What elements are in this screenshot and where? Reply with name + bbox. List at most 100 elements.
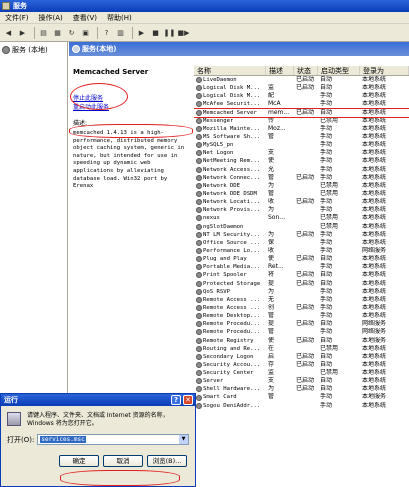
column-logon-as[interactable]: 登录为 xyxy=(360,66,409,75)
service-row[interactable]: Network Access... 允 手动 本地系统 xyxy=(194,166,409,174)
service-row[interactable]: Print Spooler 将 已启动 自动 本地系统 xyxy=(194,271,409,279)
service-row[interactable]: LiveDaemon 已启动 自动 本地系统 xyxy=(194,76,409,84)
service-name-text: Logical Disk M... xyxy=(203,85,261,92)
service-name-text: Office Source ... xyxy=(203,239,261,246)
window-title: 服务 xyxy=(13,2,27,10)
service-row[interactable]: Security Center 监 已禁用 本地系统 xyxy=(194,369,409,377)
service-row[interactable]: Remote Desktop... 管 手动 本地系统 xyxy=(194,312,409,320)
service-row[interactable]: Logical Disk M... 监 已启动 自动 本地系统 xyxy=(194,84,409,92)
service-row[interactable]: Portable Media... Ret... 手动 本地系统 xyxy=(194,263,409,271)
service-row[interactable]: nexus Son... 已禁用 本地系统 xyxy=(194,214,409,222)
service-name-cell: QoS RSVP xyxy=(194,288,266,296)
service-startup-cell: 自动 xyxy=(320,320,333,328)
service-row[interactable]: ngSlotDaemon 已禁用 本地系统 xyxy=(194,223,409,231)
service-row[interactable]: Sogou DeniAddr... 手动 本地系统 xyxy=(194,402,409,410)
refresh-icon[interactable]: ↻ xyxy=(66,27,77,38)
run-dialog-titlebar[interactable]: 运行 ? ✕ xyxy=(1,394,195,406)
menu-file[interactable]: 文件(F) xyxy=(0,13,34,23)
service-name-text: Server xyxy=(203,378,224,385)
service-desc-cell: 使 xyxy=(268,336,275,344)
window-titlebar[interactable]: 服务 xyxy=(0,0,409,12)
help-icon[interactable]: ? xyxy=(171,395,181,405)
gear-icon xyxy=(196,191,202,198)
service-row[interactable]: MS Software Sh... 管 手动 本地系统 xyxy=(194,133,409,141)
service-startup-cell: 自动 xyxy=(320,84,333,92)
service-status-cell xyxy=(294,369,318,377)
service-row[interactable]: Server 支 已启动 自动 本地系统 xyxy=(194,377,409,385)
console-tree-icon[interactable]: ▤ xyxy=(38,27,49,38)
service-row[interactable]: Shell Hardware... 为 已启动 自动 本地系统 xyxy=(194,385,409,393)
properties-icon[interactable]: ▥ xyxy=(115,27,126,38)
service-row[interactable]: Network DDE 为 已禁用 本地系统 xyxy=(194,182,409,190)
service-row[interactable]: Protected Storage 提 已启动 自动 本地系统 xyxy=(194,280,409,288)
service-row[interactable]: Network Provis... 为 手动 本地系统 xyxy=(194,206,409,214)
chevron-down-icon[interactable]: ▼ xyxy=(179,435,188,444)
service-row[interactable]: Logical Disk M... 配 手动 本地系统 xyxy=(194,92,409,100)
run-dialog-message-row: 请键入程序、文件夹、文档或 Internet 资源的名称，Windows 将为您… xyxy=(7,412,189,428)
service-status-cell xyxy=(294,92,318,100)
service-row[interactable]: Plug and Play 使 已启动 自动 本地系统 xyxy=(194,255,409,263)
service-row[interactable]: Mozilla Mainte... Moz... 手动 本地系统 xyxy=(194,125,409,133)
service-logon-cell: 本地系统 xyxy=(362,385,387,393)
service-startup-cell: 已禁用 xyxy=(320,222,339,230)
menu-action[interactable]: 操作(A) xyxy=(34,13,68,23)
service-row[interactable]: MySQL5_pn 手动 本地系统 xyxy=(194,141,409,149)
cancel-button[interactable]: 取消 xyxy=(103,455,143,467)
service-name-text: Remote Procedu... xyxy=(203,321,261,328)
service-logon-cell: 本地系统 xyxy=(362,369,387,377)
service-row[interactable]: Routing and Re... 在 已禁用 本地系统 xyxy=(194,345,409,353)
service-row[interactable]: Remote Procedu... 提 已启动 自动 网络服务 xyxy=(194,320,409,328)
menu-help[interactable]: 帮助(H) xyxy=(102,13,137,23)
ok-button[interactable]: 确定 xyxy=(59,455,99,467)
service-name-text: Portable Media... xyxy=(203,264,261,271)
service-startup-cell: 手动 xyxy=(320,238,333,246)
service-row[interactable]: Messenger 传 已禁用 本地系统 xyxy=(194,117,409,125)
service-desc-cell: 管 xyxy=(268,189,275,197)
service-desc-cell: 管 xyxy=(268,173,275,181)
column-startup-type[interactable]: 启动类型 xyxy=(318,66,360,75)
service-desc-cell xyxy=(266,402,294,410)
service-row[interactable]: Secondary Logon 启 已启动 自动 本地系统 xyxy=(194,353,409,361)
service-row[interactable]: McAfee Securit... McA 手动 本地系统 xyxy=(194,100,409,108)
service-row[interactable]: Network DDE DSDM 管 已禁用 本地系统 xyxy=(194,190,409,198)
menu-view[interactable]: 查看(V) xyxy=(68,13,102,23)
service-row-selected[interactable]: Memcached Server mem... 已启动 自动 本地系统 xyxy=(194,107,409,118)
start-service-icon[interactable]: ▶ xyxy=(136,27,147,38)
service-row[interactable]: Remote Access ... 创 已启动 手动 本地系统 xyxy=(194,304,409,312)
forward-icon[interactable]: ▶ xyxy=(17,27,28,38)
service-row[interactable]: QoS RSVP 为 手动 本地系统 xyxy=(194,288,409,296)
back-icon[interactable]: ◀ xyxy=(3,27,14,38)
column-name[interactable]: 名称 xyxy=(194,66,266,75)
service-row[interactable]: Remote Access ... 无 手动 本地系统 xyxy=(194,296,409,304)
service-row[interactable]: Network Locati... 收 已启动 手动 本地系统 xyxy=(194,198,409,206)
service-row[interactable]: Security Accou... 存 已启动 自动 本地系统 xyxy=(194,361,409,369)
service-name-cell: Office Source ... xyxy=(194,239,266,247)
service-status-cell: 已启动 xyxy=(296,320,315,328)
service-row[interactable]: Network Connec... 管 已启动 手动 本地系统 xyxy=(194,174,409,182)
service-startup-cell: 手动 xyxy=(320,287,333,295)
close-icon[interactable]: ✕ xyxy=(183,395,193,405)
service-row[interactable]: Remote Procedu... 管 手动 网络服务 xyxy=(194,328,409,336)
tree-item-services-local[interactable]: 服务 (本地) xyxy=(0,42,67,58)
pause-service-icon[interactable]: ❚❚ xyxy=(164,27,176,38)
restart-service-icon[interactable]: ■▶ xyxy=(178,27,190,38)
gear-icon xyxy=(196,321,202,328)
service-row[interactable]: NT LM Security... 为 已启动 手动 本地系统 xyxy=(194,231,409,239)
help-icon[interactable]: ? xyxy=(101,27,112,38)
open-input[interactable]: services.msc ▼ xyxy=(37,434,189,445)
service-row[interactable]: Office Source ... 保 手动 本地系统 xyxy=(194,239,409,247)
service-name-text: QoS RSVP xyxy=(203,288,230,295)
service-row[interactable]: Smart Card 管 手动 本地服务 xyxy=(194,393,409,401)
service-row[interactable]: Net Logon 支 手动 本地系统 xyxy=(194,149,409,157)
service-row[interactable]: Remote Registry 使 已启动 自动 本地服务 xyxy=(194,337,409,345)
service-row[interactable]: NetMeeting Rem... 使 手动 本地系统 xyxy=(194,157,409,165)
grid-view-icon[interactable]: ▦ xyxy=(52,27,63,38)
column-status[interactable]: 状态 xyxy=(294,66,318,75)
service-desc-cell xyxy=(266,141,294,149)
column-description[interactable]: 描述 xyxy=(266,66,294,75)
service-name-cell: McAfee Securit... xyxy=(194,100,266,108)
export-icon[interactable]: ▣ xyxy=(80,27,91,38)
service-row[interactable]: Performance Lo... 收 手动 网络服务 xyxy=(194,247,409,255)
browse-button[interactable]: 浏览(B)... xyxy=(147,455,187,467)
stop-service-icon[interactable]: ■ xyxy=(150,27,161,38)
